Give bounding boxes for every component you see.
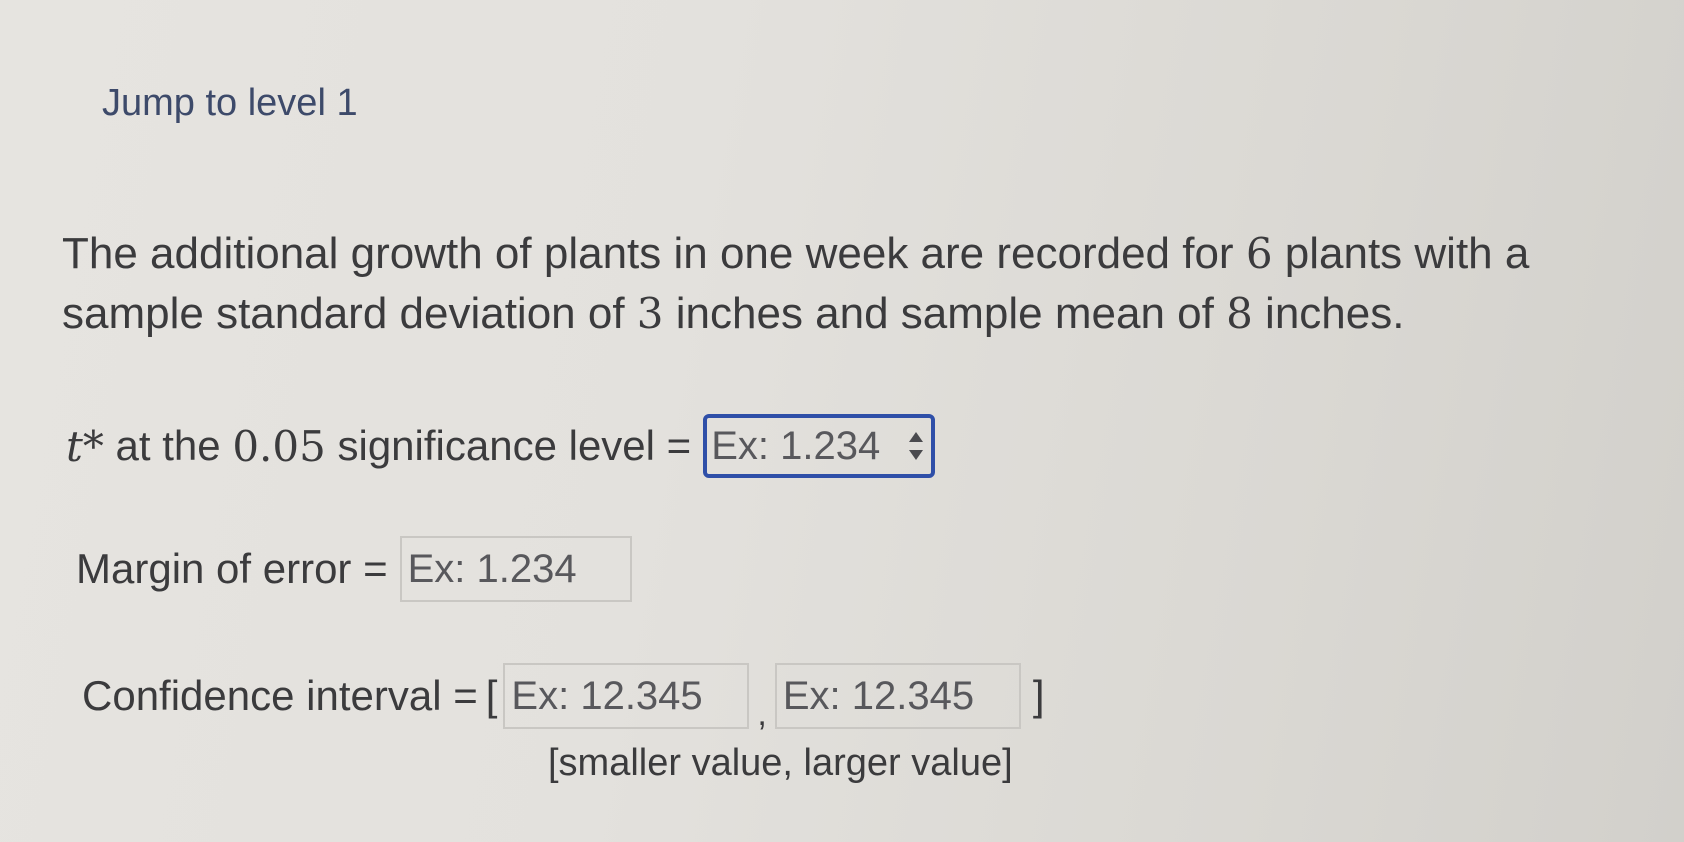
tstar-label-1: at the xyxy=(103,422,233,469)
jump-to-level-link[interactable]: Jump to level 1 xyxy=(102,82,358,125)
confidence-interval-label: Confidence interval = xyxy=(82,672,478,719)
significance-value: 0.05 xyxy=(232,421,326,471)
tstar-symbol: t* xyxy=(66,421,104,471)
problem-text-4: inches. xyxy=(1252,289,1405,338)
mean-value: 8 xyxy=(1226,289,1253,338)
plant-count: 6 xyxy=(1245,229,1273,278)
problem-text-1: The additional growth of plants in one w… xyxy=(62,229,1246,278)
close-bracket: ] xyxy=(1032,672,1045,719)
confidence-interval-row: Confidence interval = [ , ] xyxy=(82,663,1045,733)
margin-of-error-row: Margin of error = xyxy=(76,536,632,602)
tstar-input-wrapper[interactable] xyxy=(703,414,936,478)
tstar-row: t* at the 0.05 significance level = xyxy=(66,414,936,478)
ci-lower-input[interactable] xyxy=(503,663,750,729)
std-dev-value: 3 xyxy=(636,289,664,338)
up-down-spinner-icon[interactable] xyxy=(907,428,925,464)
tstar-input[interactable] xyxy=(711,423,902,469)
ci-upper-input[interactable] xyxy=(774,663,1021,729)
problem-statement: The additional growth of plants in one w… xyxy=(62,224,1622,344)
tstar-label-2: significance level = xyxy=(325,422,692,469)
ci-format-hint: [smaller value, larger value] xyxy=(548,742,1013,784)
open-bracket: [ xyxy=(485,672,498,719)
margin-of-error-label: Margin of error = xyxy=(76,545,388,592)
margin-of-error-input[interactable] xyxy=(399,536,632,602)
ci-separator: , xyxy=(757,694,767,733)
problem-text-3: inches and sample mean of xyxy=(663,289,1227,338)
